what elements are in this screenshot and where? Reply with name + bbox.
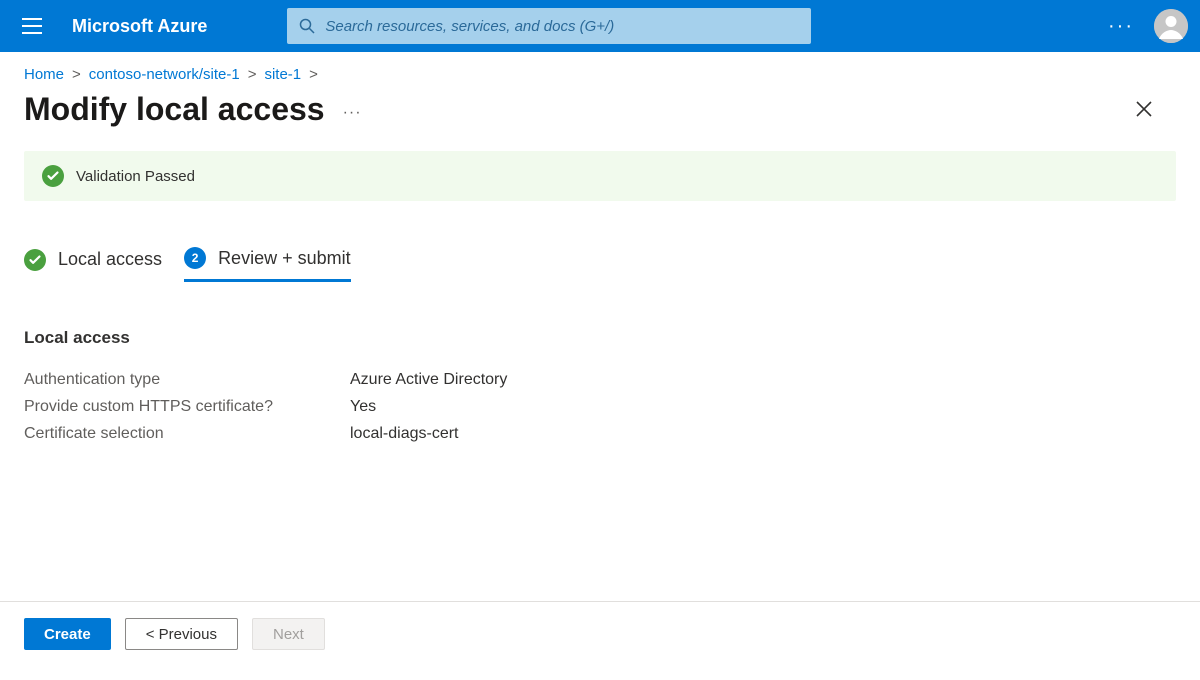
- step-complete-icon: [24, 249, 46, 271]
- summary-value: Azure Active Directory: [350, 366, 507, 393]
- summary-label: Certificate selection: [24, 420, 350, 447]
- summary-label: Provide custom HTTPS certificate?: [24, 393, 350, 420]
- summary-value: Yes: [350, 393, 376, 420]
- summary-row: Certificate selection local-diags-cert: [24, 420, 1176, 447]
- breadcrumb-site[interactable]: site-1: [264, 66, 301, 83]
- title-row: Modify local access ···: [0, 87, 1200, 151]
- portal-header: Microsoft Azure ···: [0, 0, 1200, 52]
- brand-logo[interactable]: Microsoft Azure: [72, 16, 207, 37]
- search-icon: [299, 18, 315, 34]
- step-local-access[interactable]: Local access: [24, 249, 162, 281]
- hamburger-menu-button[interactable]: [12, 6, 52, 46]
- page-title: Modify local access: [24, 91, 325, 128]
- previous-button[interactable]: < Previous: [125, 618, 238, 650]
- validation-banner: Validation Passed: [24, 151, 1176, 201]
- breadcrumb: Home > contoso-network/site-1 > site-1 >: [0, 52, 1200, 87]
- blade-content: Validation Passed Local access 2 Review …: [0, 151, 1200, 448]
- wizard-footer: Create < Previous Next: [0, 601, 1200, 680]
- summary-row: Authentication type Azure Active Directo…: [24, 366, 1176, 393]
- close-blade-button[interactable]: [1124, 89, 1164, 129]
- hamburger-icon: [22, 18, 42, 34]
- summary-label: Authentication type: [24, 366, 350, 393]
- create-button[interactable]: Create: [24, 618, 111, 650]
- step-label: Review + submit: [218, 248, 351, 269]
- breadcrumb-network[interactable]: contoso-network/site-1: [89, 66, 240, 83]
- summary-row: Provide custom HTTPS certificate? Yes: [24, 393, 1176, 420]
- summary-value: local-diags-cert: [350, 420, 458, 447]
- header-more-button[interactable]: ···: [1104, 15, 1138, 38]
- validation-text: Validation Passed: [76, 168, 195, 185]
- section-heading: Local access: [24, 328, 1176, 348]
- global-search[interactable]: [287, 8, 811, 44]
- person-icon: [1154, 9, 1188, 43]
- success-check-icon: [42, 165, 64, 187]
- page-more-button[interactable]: ···: [343, 104, 362, 122]
- close-icon: [1135, 100, 1153, 118]
- next-button: Next: [252, 618, 325, 650]
- wizard-steps: Local access 2 Review + submit: [24, 247, 1176, 282]
- breadcrumb-sep: >: [72, 66, 81, 83]
- step-number-badge: 2: [184, 247, 206, 269]
- step-label: Local access: [58, 249, 162, 270]
- search-input[interactable]: [325, 18, 799, 35]
- breadcrumb-sep: >: [248, 66, 257, 83]
- account-avatar[interactable]: [1154, 9, 1188, 43]
- breadcrumb-sep: >: [309, 66, 318, 83]
- step-review-submit[interactable]: 2 Review + submit: [184, 247, 351, 282]
- breadcrumb-home[interactable]: Home: [24, 66, 64, 83]
